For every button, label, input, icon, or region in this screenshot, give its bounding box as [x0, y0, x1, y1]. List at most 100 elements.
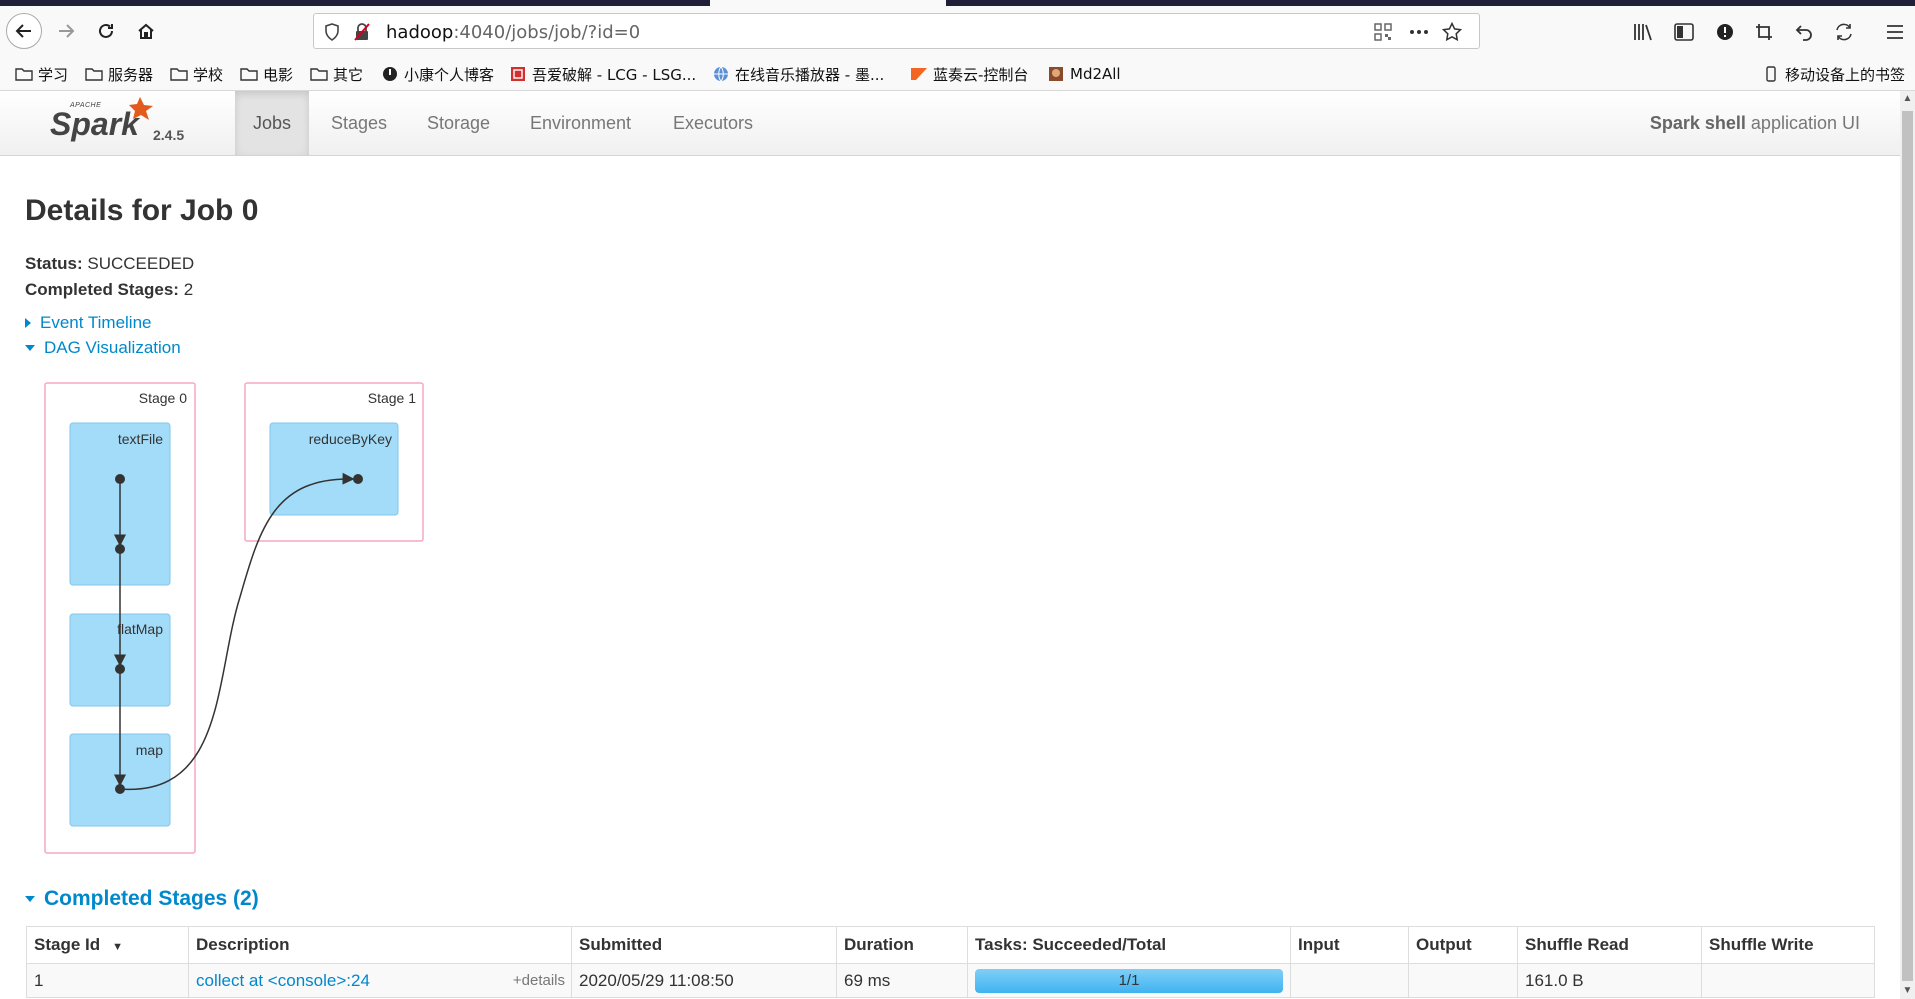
undo-close-tab-icon[interactable]: [1793, 21, 1815, 43]
event-timeline-label: Event Timeline: [40, 313, 152, 332]
tab-stages[interactable]: Stages: [313, 91, 405, 155]
sort-descending-icon: ▼: [112, 941, 124, 953]
bookmark-item[interactable]: 吾爱破解 - LCG - LSG...: [508, 64, 696, 84]
bookmark-label: 学校: [193, 65, 224, 84]
bookmark-label: 在线音乐播放器 - 墨...: [735, 65, 885, 84]
scroll-up-arrow-icon[interactable]: ▲: [1902, 93, 1913, 105]
extension-info-icon[interactable]: [1714, 21, 1736, 43]
home-button[interactable]: [128, 13, 164, 49]
url-bar[interactable]: hadoop:4040/jobs/job/?id=0: [313, 13, 1480, 49]
caret-down-icon: [25, 345, 35, 351]
completed-stages-title: Completed Stages (2): [44, 887, 259, 910]
dag-node-label: reduceByKey: [309, 431, 392, 447]
url-text[interactable]: hadoop:4040/jobs/job/?id=0: [386, 22, 640, 43]
scrollbar-thumb[interactable]: [1902, 111, 1913, 981]
column-header-shuffle-write[interactable]: Shuffle Write: [1701, 926, 1875, 964]
stage-label: Stage 0: [139, 390, 187, 406]
status-label: Status:: [25, 254, 83, 273]
browser-toolbar: hadoop:4040/jobs/job/?id=0: [0, 6, 1915, 56]
bookmark-item[interactable]: 服务器: [84, 64, 153, 84]
spark-version: 2.4.5: [153, 127, 185, 143]
bookmark-label: 吾爱破解 - LCG - LSG...: [532, 65, 697, 84]
back-button[interactable]: [6, 13, 42, 49]
site-icon: [909, 66, 929, 82]
url-host: hadoop: [386, 22, 454, 43]
event-timeline-toggle[interactable]: Event Timeline: [25, 313, 152, 333]
bookmark-label: Md2All: [1070, 65, 1121, 83]
spark-navbar: APACHE Spark 2.4.5 Jobs Stages Storage E…: [0, 91, 1900, 156]
bookmark-item[interactable]: 学校: [169, 64, 223, 84]
bookmark-item[interactable]: 蓝奏云-控制台: [909, 64, 1028, 84]
cell-shuffle-write: [1701, 963, 1875, 998]
svg-text:Spark: Spark: [50, 106, 141, 142]
completed-stages-toggle[interactable]: Completed Stages (2): [25, 887, 259, 911]
tab-environment[interactable]: Environment: [512, 91, 649, 155]
bookmark-item[interactable]: Md2All: [1046, 64, 1121, 84]
qr-code-icon[interactable]: [1373, 22, 1393, 42]
forward-button[interactable]: [48, 13, 84, 49]
tab-jobs[interactable]: Jobs: [235, 91, 310, 155]
tab-executors[interactable]: Executors: [655, 91, 771, 155]
column-header-shuffle-read[interactable]: Shuffle Read: [1517, 926, 1702, 964]
site-icon: [1046, 66, 1066, 82]
bookmark-label: 其它: [333, 65, 364, 84]
scroll-down-arrow-icon[interactable]: ▼: [1902, 985, 1913, 997]
menu-hamburger-icon[interactable]: [1884, 21, 1906, 43]
arrow-left-icon: [15, 24, 31, 38]
table-row: 1 collect at <console>:24 +details 2020/…: [26, 963, 1875, 998]
shield-icon[interactable]: [322, 22, 342, 42]
app-title-suffix: application UI: [1745, 113, 1860, 133]
completed-stages-count: 2: [183, 280, 194, 299]
folder-icon: [169, 66, 189, 82]
folder-icon: [84, 66, 104, 82]
column-header-duration[interactable]: Duration: [836, 926, 968, 964]
bookmark-label: 学习: [38, 65, 69, 84]
completed-stages-link[interactable]: Completed Stages:: [25, 280, 179, 299]
reload-button[interactable]: [88, 13, 124, 49]
dag-visualization-toggle[interactable]: DAG Visualization: [25, 338, 181, 358]
status-line: Status: SUCCEEDED: [25, 251, 194, 277]
cell-description: collect at <console>:24 +details: [188, 963, 572, 998]
mobile-bookmarks-label: 移动设备上的书签: [1784, 65, 1905, 84]
column-header-description[interactable]: Description: [188, 926, 572, 964]
status-value: SUCCEEDED: [87, 254, 195, 273]
column-header-input[interactable]: Input: [1290, 926, 1409, 964]
mobile-bookmarks[interactable]: 移动设备上的书签: [1761, 64, 1905, 84]
bookmark-label: 小康个人博客: [404, 65, 495, 84]
bookmark-item[interactable]: 小康个人博客: [380, 64, 494, 84]
sidebar-icon[interactable]: [1673, 21, 1695, 43]
tasks-progress-bar: 1/1: [975, 968, 1283, 993]
screenshot-crop-icon[interactable]: [1753, 21, 1775, 43]
tab-storage[interactable]: Storage: [409, 91, 508, 155]
cell-output: [1408, 963, 1518, 998]
globe-icon: [711, 66, 731, 82]
bookmark-star-icon[interactable]: [1442, 22, 1462, 42]
app-name: Spark shell: [1649, 113, 1746, 133]
cell-tasks: 1/1: [967, 963, 1291, 998]
bookmark-item[interactable]: 电影: [239, 64, 293, 84]
insecure-lock-icon[interactable]: [352, 22, 372, 42]
page-title: Details for Job 0: [25, 194, 259, 227]
details-toggle[interactable]: +details: [513, 972, 565, 989]
column-header-stage-id[interactable]: Stage Id ▼: [26, 926, 189, 964]
bookmark-item[interactable]: 在线音乐播放器 - 墨...: [711, 64, 884, 84]
column-header-tasks[interactable]: Tasks: Succeeded/Total: [967, 926, 1291, 964]
folder-icon: [239, 66, 259, 82]
bookmark-item[interactable]: 学习: [14, 64, 68, 84]
stage-description-link[interactable]: collect at <console>:24: [196, 971, 370, 990]
mobile-device-icon: [1761, 66, 1781, 82]
column-header-submitted[interactable]: Submitted: [571, 926, 837, 964]
column-header-output[interactable]: Output: [1408, 926, 1518, 964]
more-actions-icon[interactable]: [1409, 22, 1429, 42]
tasks-progress-text: 1/1: [1118, 971, 1140, 989]
page-scrollbar[interactable]: ▲ ▼: [1900, 91, 1915, 999]
job-summary: Status: SUCCEEDED Completed Stages: 2: [25, 251, 194, 303]
cell-stage-id: 1: [26, 963, 189, 998]
site-icon: [380, 66, 400, 82]
dag-node-reducebykey[interactable]: reduceByKey: [269, 422, 399, 516]
translate-icon[interactable]: [1833, 21, 1855, 43]
folder-icon: [14, 66, 34, 82]
library-icon[interactable]: [1632, 21, 1654, 43]
url-path: :4040/jobs/job/?id=0: [453, 22, 641, 43]
bookmark-item[interactable]: 其它: [309, 64, 363, 84]
